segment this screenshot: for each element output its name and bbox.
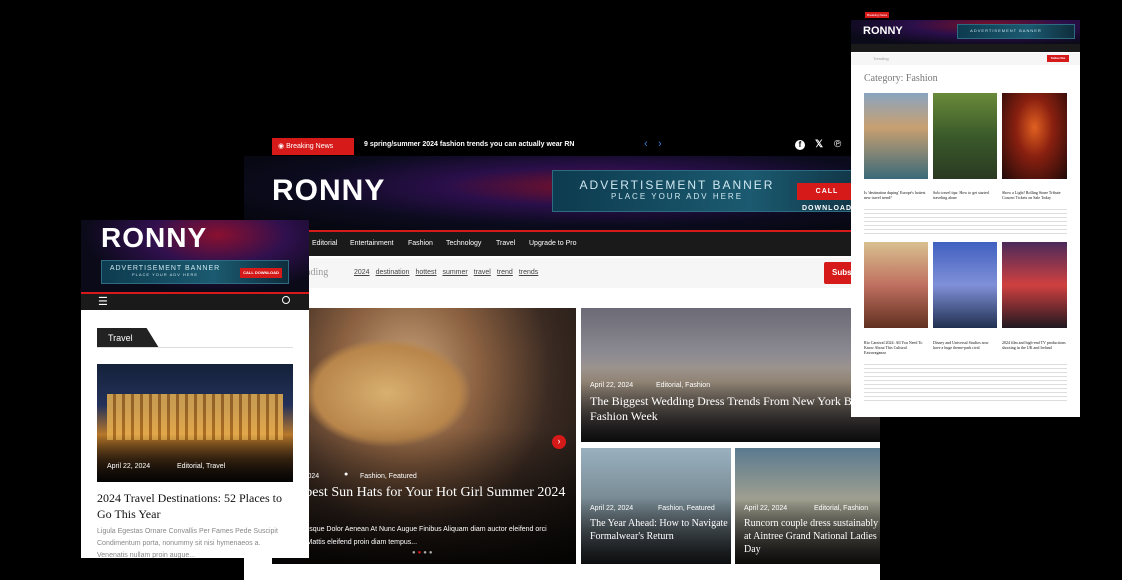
cat-logo[interactable]: RONNY <box>863 25 903 37</box>
cat-thumb[interactable] <box>1002 242 1067 328</box>
cat-thumb[interactable] <box>933 93 997 179</box>
card3-date: April 22, 2024 <box>744 505 788 512</box>
cat-thumb[interactable] <box>1002 93 1067 179</box>
cat-excerpt-lines <box>864 209 1067 235</box>
trending-tag[interactable]: trends <box>519 269 538 276</box>
nav-item-upgrade[interactable]: Upgrade to Pro <box>529 240 576 247</box>
hero-categories[interactable]: Fashion, Featured <box>360 473 417 480</box>
broadcast-icon: ◉ <box>278 143 285 150</box>
cat-thumb[interactable] <box>864 242 928 328</box>
cat-card-title[interactable]: Show a Light! Rolling Stone Tribute Conc… <box>1002 190 1067 200</box>
section-label[interactable]: Travel <box>108 333 133 343</box>
card2-title[interactable]: The Year Ahead: How to Navigate Formalwe… <box>590 517 728 543</box>
cat-card-title[interactable]: Is 'destination duping' Europe's hottest… <box>864 190 928 200</box>
card1-date: April 22, 2024 <box>590 382 634 389</box>
card1-categories[interactable]: Editorial, Fashion <box>656 382 710 389</box>
cat-card-title[interactable]: Disney and Universal Studios now have a … <box>933 340 997 350</box>
hero-dot: ● <box>344 471 349 478</box>
mobile-ad-button[interactable]: CALL DOWNLOAD <box>240 268 282 278</box>
next-arrow-icon[interactable]: › <box>658 138 662 150</box>
trending-tag[interactable]: trend <box>497 269 513 276</box>
card2-categories[interactable]: Fashion, Featured <box>658 505 715 512</box>
card3-title[interactable]: Runcorn couple dress sustainably at Aint… <box>744 517 880 556</box>
x-icon[interactable]: 𝕏 <box>815 139 823 150</box>
slider-next-icon[interactable]: › <box>552 435 566 449</box>
hamburger-icon[interactable]: ☰ <box>98 295 108 308</box>
trending-tag[interactable]: 2024 <box>354 269 370 276</box>
category-screen: Breaking News RONNY ADVERTISEMENT BANNER… <box>851 10 1080 417</box>
mobile-logo[interactable]: RONNY <box>101 222 207 254</box>
trending-tag[interactable]: hottest <box>415 269 436 276</box>
hero-title[interactable]: The best Sun Hats for Your Hot Girl Summ… <box>280 484 570 501</box>
ad-banner-button[interactable]: CALL DOWNLOAD <box>797 183 857 212</box>
facebook-icon[interactable]: f <box>795 140 805 150</box>
hero-excerpt: Pellentesque Dolor Aenean At Nunc Augue … <box>284 526 547 546</box>
cat-nav <box>851 44 1080 52</box>
mobile-image-gradient <box>97 434 293 482</box>
cat-ad-banner[interactable]: ADVERTISEMENT BANNER <box>957 24 1075 39</box>
ad-banner[interactable]: ADVERTISEMENT BANNER PLACE YOUR ADV HERE… <box>552 170 880 212</box>
mobile-nav <box>81 294 309 310</box>
trending-tag[interactable]: summer <box>442 269 467 276</box>
cat-excerpt-lines <box>864 364 1067 404</box>
logo[interactable]: RONNY <box>272 174 385 208</box>
mobile-article-title[interactable]: 2024 Travel Destinations: 52 Places to G… <box>97 490 293 522</box>
breaking-news-headline[interactable]: 9 spring/summer 2024 fashion trends you … <box>364 141 574 148</box>
pinterest-icon[interactable]: ℗ <box>834 139 841 150</box>
mobile-date: April 22, 2024 <box>107 463 151 470</box>
nav-item-entertainment[interactable]: Entertainment <box>350 240 394 247</box>
cat-card-title[interactable]: 2024 film and high-end TV productions sh… <box>1002 340 1067 350</box>
cat-breaking-label: Breaking News <box>865 12 890 18</box>
cat-subscribe-button[interactable]: Subscribe <box>1047 55 1069 62</box>
nav-item-fashion[interactable]: Fashion <box>408 240 433 247</box>
card2-date: April 22, 2024 <box>590 505 634 512</box>
nav-item-editorial[interactable]: Editorial <box>312 240 337 247</box>
card1-title[interactable]: The Biggest Wedding Dress Trends From Ne… <box>590 394 880 424</box>
mobile-screen: RONNY ADVERTISEMENT BANNER PLACE YOUR AD… <box>81 220 309 558</box>
section-line <box>97 347 293 348</box>
nav-item-travel[interactable]: Travel <box>496 240 515 247</box>
trending-tag[interactable]: destination <box>376 269 410 276</box>
trending-tags: 2024 destination hottest summer travel t… <box>354 269 538 276</box>
cat-thumb[interactable] <box>864 93 928 179</box>
nav-item-technology[interactable]: Technology <box>446 240 481 247</box>
mobile-article-excerpt: Ligula Egestas Ornare Convallis Per Fame… <box>97 528 278 558</box>
cat-heading: Category: Fashion <box>864 73 938 84</box>
desktop-screen: ◉ Breaking News 9 spring/summer 2024 fas… <box>244 136 880 580</box>
mobile-ad-banner[interactable]: ADVERTISEMENT BANNER PLACE YOUR ADV HERE… <box>101 260 289 284</box>
cat-card-title[interactable]: Solo travel tips: How to get started tra… <box>933 190 997 200</box>
prev-arrow-icon[interactable]: ‹ <box>644 138 648 150</box>
card3-categories[interactable]: Editorial, Fashion <box>814 505 868 512</box>
mobile-categories[interactable]: Editorial, Travel <box>177 463 225 470</box>
search-icon[interactable] <box>282 296 290 304</box>
cat-thumb[interactable] <box>933 242 997 328</box>
cat-card-title[interactable]: Rio Carnival 2024: All You Need To Know … <box>864 340 928 355</box>
breaking-news-label: ◉ Breaking News <box>272 138 354 155</box>
trending-bar <box>244 258 880 288</box>
cat-ad-title: ADVERTISEMENT BANNER <box>970 28 1042 33</box>
slider-dots[interactable]: ●●●● <box>412 550 435 556</box>
cat-trending-label: Trending <box>873 56 889 61</box>
trending-tag[interactable]: travel <box>474 269 491 276</box>
